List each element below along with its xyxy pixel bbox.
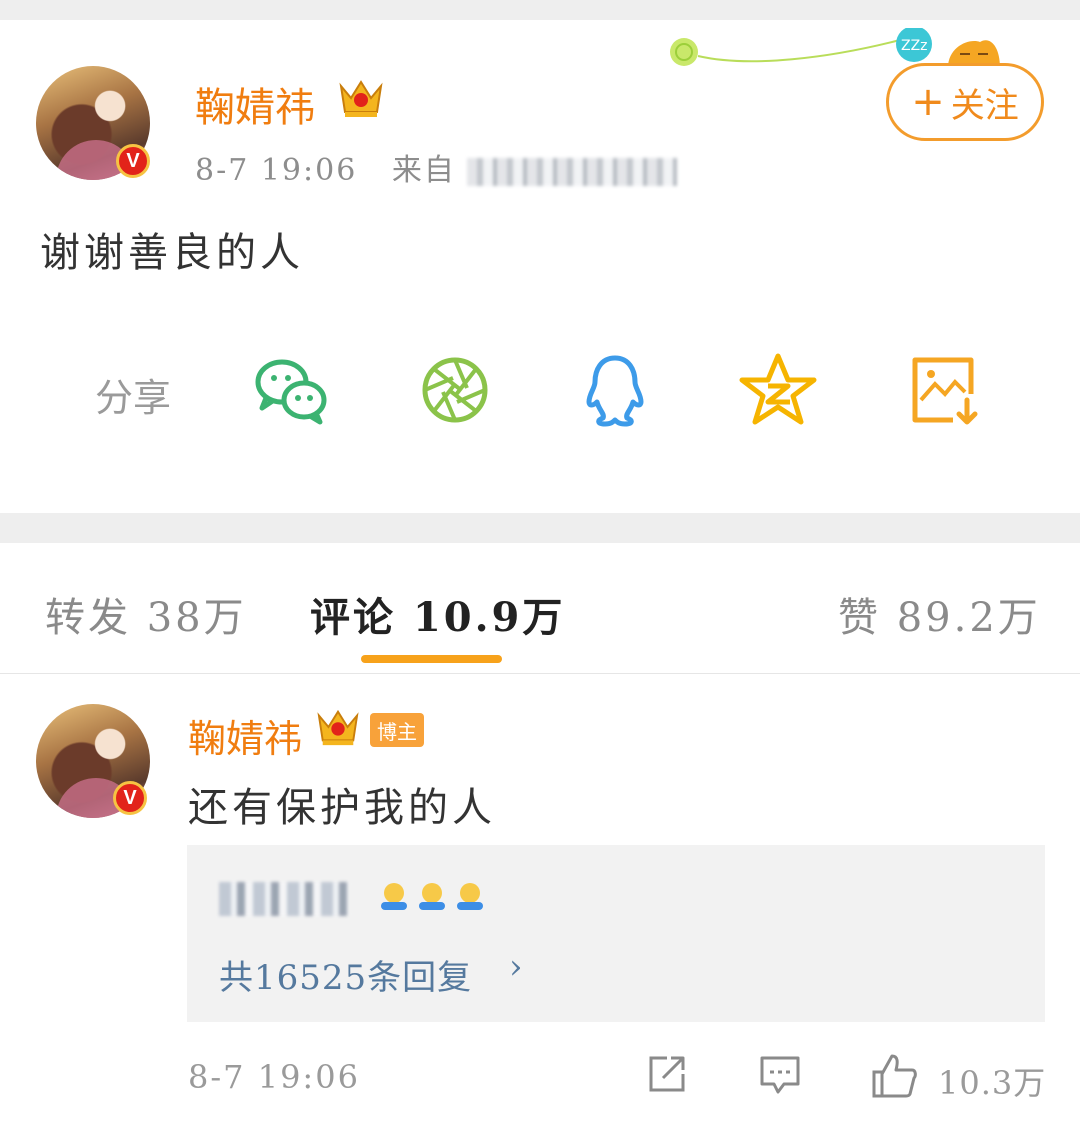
post-card: ZZz V 鞠婧祎 8-7 19:06 来自 谢谢善良的人 + 关注 分享 xyxy=(0,20,1080,513)
reply-comment-icon[interactable] xyxy=(758,1052,802,1096)
author-name[interactable]: 鞠婧祎 xyxy=(195,75,315,133)
qq-icon[interactable] xyxy=(575,350,655,430)
svg-text:ZZz: ZZz xyxy=(901,38,928,54)
section-divider xyxy=(0,513,1080,543)
hug-emoji-icon xyxy=(381,883,407,910)
plus-icon: + xyxy=(911,79,945,125)
top-gap-bar xyxy=(0,0,1080,20)
commenter-name[interactable]: 鞠婧祎 xyxy=(188,708,302,763)
follow-button-label: 关注 xyxy=(950,85,1019,126)
tab-comments-label: 评论 xyxy=(310,594,396,641)
save-image-icon[interactable] xyxy=(905,350,985,430)
thumbs-up-icon[interactable] xyxy=(870,1052,918,1100)
interaction-tabs: 转发 38万 评论 10.9万 赞 89.2万 xyxy=(0,543,1080,674)
share-label: 分享 xyxy=(95,376,172,420)
post-content: 谢谢善良的人 xyxy=(40,230,304,276)
commenter-vip-crown-icon xyxy=(317,709,359,746)
tab-comments-count: 10.9万 xyxy=(412,594,566,641)
active-tab-underline xyxy=(361,655,502,663)
chevron-right-icon: › xyxy=(509,947,523,987)
reply-preview-box[interactable]: 共16525条回复 › xyxy=(187,845,1045,1022)
vip-crown-icon xyxy=(339,80,383,117)
post-timestamp: 8-7 19:06 xyxy=(195,153,358,188)
comment-content: 还有保护我的人 xyxy=(188,785,496,831)
verified-badge: V xyxy=(116,144,150,178)
tab-likes-count: 89.2万 xyxy=(896,595,1041,641)
blogger-tag: 博主 xyxy=(370,713,424,747)
hug-emoji-icon xyxy=(457,883,483,910)
reply-preview-blurred-text xyxy=(219,882,349,916)
post-source-blurred xyxy=(467,158,678,186)
follow-button[interactable]: + 关注 xyxy=(886,63,1044,141)
tab-reposts[interactable]: 转发 38万 xyxy=(45,585,247,643)
moments-icon[interactable] xyxy=(415,350,495,430)
commenter-verified-badge: V xyxy=(113,781,147,815)
comment-like-count: 10.3万 xyxy=(938,1064,1047,1102)
comment-timestamp: 8-7 19:06 xyxy=(188,1058,360,1096)
hug-emoji-icon xyxy=(419,883,445,910)
tab-likes-label: 赞 xyxy=(838,595,881,641)
tab-reposts-label: 转发 xyxy=(45,595,131,641)
tab-reposts-count: 38万 xyxy=(146,595,247,641)
qzone-icon[interactable] xyxy=(738,350,818,430)
tab-likes[interactable]: 赞 89.2万 xyxy=(838,585,1041,643)
repost-comment-icon[interactable] xyxy=(645,1052,689,1096)
wechat-icon[interactable] xyxy=(252,350,332,430)
post-source-label: 来自 xyxy=(391,153,456,188)
reply-count-link[interactable]: 共16525条回复 xyxy=(219,950,472,999)
tab-comments[interactable]: 评论 10.9万 xyxy=(310,585,565,643)
post-meta: 8-7 19:06 来自 xyxy=(195,145,678,189)
